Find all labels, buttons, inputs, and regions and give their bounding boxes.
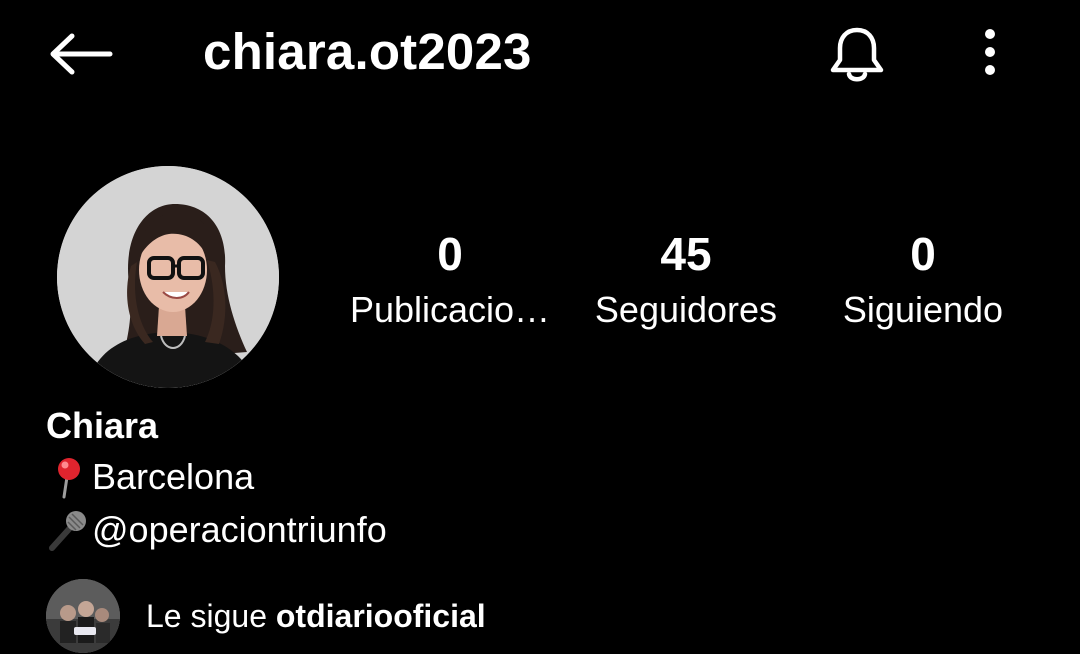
bell-icon xyxy=(830,27,884,82)
profile-display-name: Chiara xyxy=(46,405,159,446)
posts-count: 0 xyxy=(437,228,463,280)
follower-photo xyxy=(46,579,120,653)
microphone-icon xyxy=(49,511,86,551)
followed-by-text: Le sigue otdiariooficial xyxy=(146,596,486,636)
back-button[interactable] xyxy=(40,24,120,84)
bio-mention-link[interactable]: @operaciontriunfo xyxy=(92,508,387,552)
follower-avatar xyxy=(46,579,120,653)
profile-avatar[interactable] xyxy=(57,166,279,388)
following-count: 0 xyxy=(910,228,936,280)
notifications-button[interactable] xyxy=(822,20,892,90)
followers-label: Seguidores xyxy=(594,289,778,330)
profile-photo xyxy=(57,166,279,388)
stat-following[interactable]: 0 Siguiendo xyxy=(808,226,1038,338)
following-label: Siguiendo xyxy=(842,289,1004,330)
round-pushpin-icon xyxy=(58,458,80,499)
posts-label: Publicacio… xyxy=(349,289,551,330)
followed-by-row[interactable]: Le sigue otdiariooficial xyxy=(46,578,486,654)
bio-line-location: Barcelona xyxy=(46,455,254,499)
bio-line-link: @operaciontriunfo xyxy=(46,508,387,552)
more-vertical-icon xyxy=(985,29,995,75)
followed-by-account[interactable]: otdiariooficial xyxy=(276,598,486,634)
stat-posts[interactable]: 0 Publicacio… xyxy=(335,226,565,338)
stat-followers[interactable]: 45 Seguidores xyxy=(571,226,801,338)
followed-by-prefix: Le sigue xyxy=(146,598,276,634)
bio-location-text: Barcelona xyxy=(92,456,255,497)
more-options-button[interactable] xyxy=(962,22,1018,82)
profile-header: chiara.ot2023 xyxy=(0,0,1080,110)
followers-count: 45 xyxy=(660,228,712,280)
arrow-left-icon xyxy=(50,33,113,75)
profile-username: chiara.ot2023 xyxy=(203,23,532,80)
